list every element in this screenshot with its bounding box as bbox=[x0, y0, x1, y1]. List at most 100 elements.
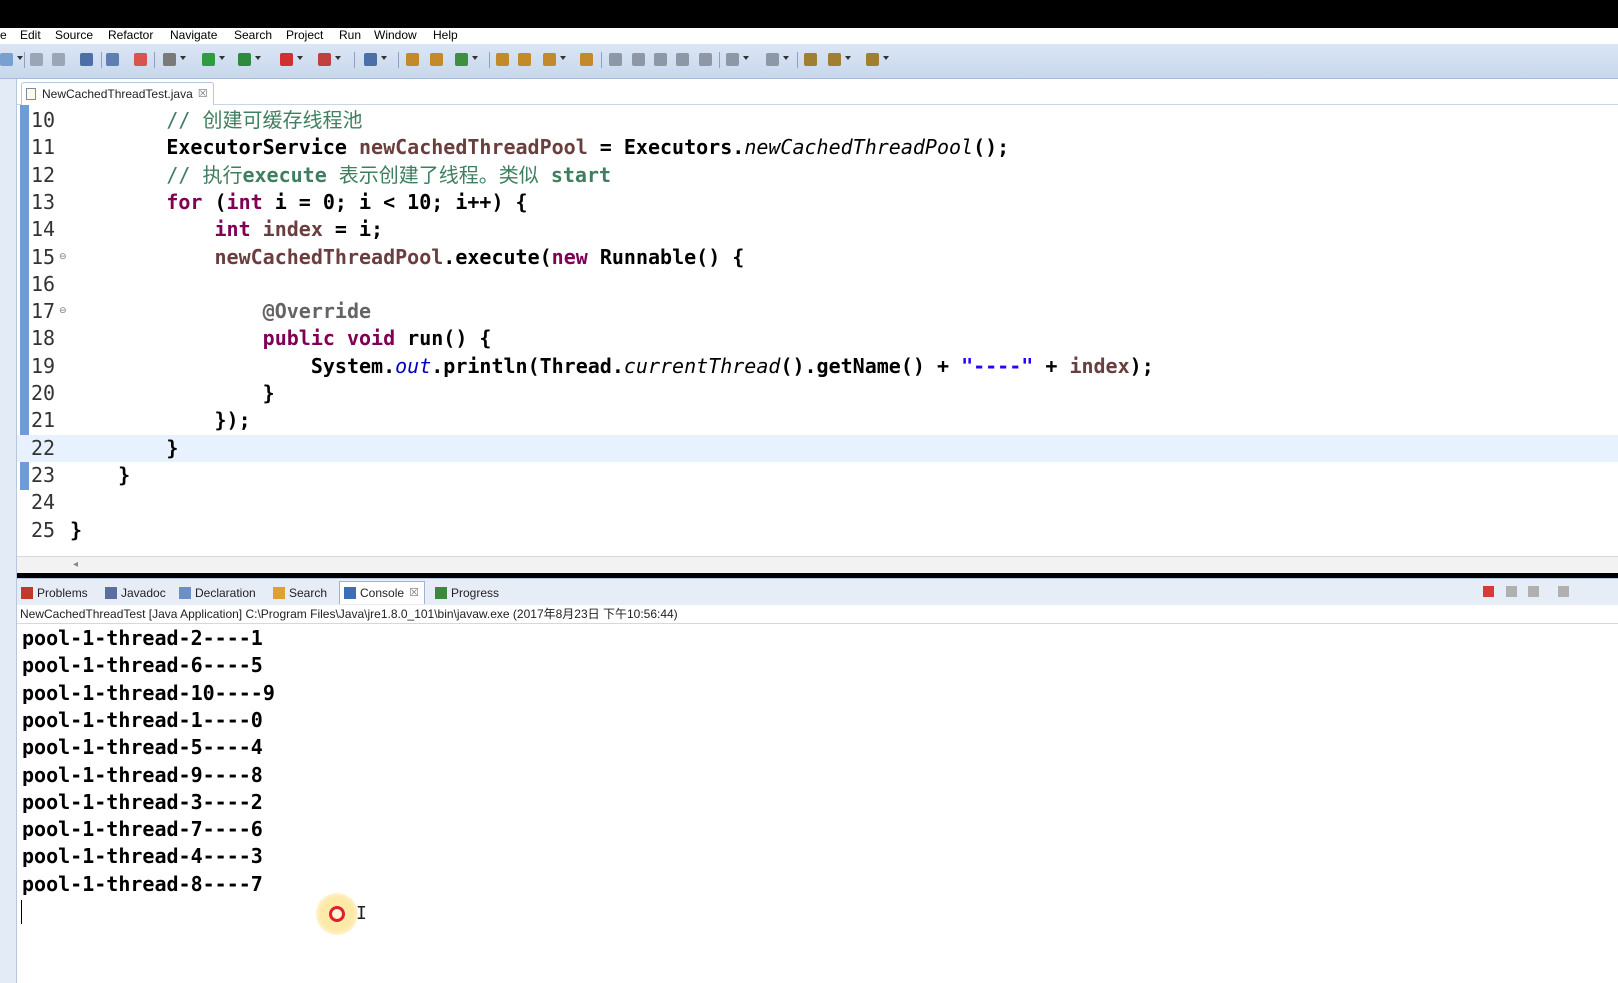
debug-settings-icon[interactable] bbox=[163, 53, 176, 66]
skip-breakpoints-icon[interactable] bbox=[106, 53, 119, 66]
code-token: } bbox=[70, 462, 131, 487]
mark-icon[interactable] bbox=[632, 53, 645, 66]
remove-launch-icon[interactable] bbox=[1506, 586, 1517, 597]
tab-console[interactable]: Console ☒ bbox=[339, 581, 426, 604]
prev-annotation-dropdown-icon[interactable] bbox=[783, 56, 789, 60]
refresh-dropdown-icon[interactable] bbox=[472, 56, 478, 60]
code-line[interactable]: 15 ⊖ newCachedThreadPool.execute(new Runn… bbox=[17, 244, 1618, 271]
search-toolbar-dropdown-icon[interactable] bbox=[381, 56, 387, 60]
menu-search[interactable]: Search bbox=[234, 28, 272, 44]
tab-declaration[interactable]: Declaration bbox=[179, 584, 256, 602]
open-perspective-icon[interactable] bbox=[580, 53, 593, 66]
stop-icon[interactable] bbox=[280, 53, 293, 66]
stop-dropdown-icon[interactable] bbox=[297, 56, 303, 60]
search-toolbar-icon[interactable] bbox=[364, 53, 377, 66]
code-token: newCachedThreadPool bbox=[744, 135, 974, 160]
code-line[interactable]: 12 // 执行execute 表示创建了线程。类似 start bbox=[17, 162, 1618, 189]
tab-javadoc[interactable]: Javadoc bbox=[105, 584, 166, 602]
coverage-icon[interactable] bbox=[238, 53, 251, 66]
last-edit-icon[interactable] bbox=[804, 53, 817, 66]
open-project-icon[interactable] bbox=[518, 53, 531, 66]
open-type-icon[interactable] bbox=[406, 53, 419, 66]
back-dropdown-icon[interactable] bbox=[845, 56, 851, 60]
run-icon[interactable] bbox=[202, 53, 215, 66]
left-trim-strip bbox=[0, 79, 17, 983]
forward-dropdown-icon[interactable] bbox=[883, 56, 889, 60]
external-tools-icon[interactable] bbox=[318, 53, 331, 66]
show-whitespace-icon[interactable] bbox=[699, 53, 712, 66]
save-icon[interactable] bbox=[30, 53, 43, 66]
new-icon[interactable] bbox=[0, 53, 13, 66]
open-task-icon[interactable] bbox=[430, 53, 443, 66]
console-output-line: pool-1-thread-4----3 bbox=[22, 844, 263, 869]
forward-icon[interactable] bbox=[866, 53, 879, 66]
code-line[interactable]: 11 ExecutorService newCachedThreadPool =… bbox=[17, 134, 1618, 161]
editor-horizontal-scrollbar[interactable]: ◂ bbox=[17, 556, 1618, 573]
code-line[interactable]: 13 for (int i = 0; i < 10; i++) { bbox=[17, 189, 1618, 216]
terminate-icon[interactable] bbox=[1483, 586, 1494, 597]
edit-icon[interactable] bbox=[543, 53, 556, 66]
tab-problems[interactable]: Problems bbox=[21, 584, 88, 602]
code-line[interactable]: 25} bbox=[17, 517, 1618, 544]
edit-dropdown-icon[interactable] bbox=[560, 56, 566, 60]
menu-source[interactable]: Source bbox=[55, 28, 93, 44]
save-all-icon[interactable] bbox=[52, 53, 65, 66]
code-token: public bbox=[262, 326, 335, 351]
menu-help[interactable]: Help bbox=[433, 28, 458, 44]
code-line[interactable]: 18 public void run() { bbox=[17, 325, 1618, 352]
editor-tab-newcachedthreadtest[interactable]: NewCachedThreadTest.java ☒ bbox=[21, 82, 214, 105]
code-line[interactable]: 23 } bbox=[17, 462, 1618, 489]
scroll-left-arrow-icon[interactable]: ◂ bbox=[73, 559, 78, 570]
code-line[interactable]: 10 // 创建可缓存线程池 bbox=[17, 107, 1618, 134]
fold-collapse-icon[interactable]: ⊖ bbox=[59, 252, 67, 262]
next-annotation-dropdown-icon[interactable] bbox=[743, 56, 749, 60]
run-dropdown-icon[interactable] bbox=[219, 56, 225, 60]
code-line[interactable]: 21 }); bbox=[17, 407, 1618, 434]
debug-settings-dropdown-icon[interactable] bbox=[180, 56, 186, 60]
open-folder-icon[interactable] bbox=[496, 53, 509, 66]
code-text: // 执行execute 表示创建了线程。类似 start bbox=[70, 162, 611, 189]
menu-e[interactable]: e bbox=[0, 28, 7, 44]
code-editor[interactable]: 10 // 创建可缓存线程池 11 ExecutorService newCach… bbox=[17, 105, 1618, 556]
menu-edit[interactable]: Edit bbox=[20, 28, 41, 44]
close-tab-icon[interactable]: ☒ bbox=[198, 83, 208, 105]
code-line[interactable]: 22 } bbox=[17, 434, 1618, 462]
build-icon[interactable] bbox=[134, 53, 147, 66]
menu-project[interactable]: Project bbox=[286, 28, 323, 44]
fold-collapse-icon[interactable]: ⊖ bbox=[59, 306, 67, 316]
console-output-area[interactable]: pool-1-thread-2----1 pool-1-thread-6----5… bbox=[17, 624, 1618, 983]
code-line[interactable]: 16 bbox=[17, 271, 1618, 298]
menu-navigate[interactable]: Navigate bbox=[170, 28, 217, 44]
remove-all-terminated-icon[interactable] bbox=[1528, 586, 1539, 597]
pin-icon[interactable] bbox=[609, 53, 622, 66]
refresh-icon[interactable] bbox=[455, 53, 468, 66]
coverage-dropdown-icon[interactable] bbox=[255, 56, 261, 60]
views-tab-bar: Problems Javadoc Declaration Search Console ☒… bbox=[17, 578, 1618, 606]
java-file-icon bbox=[26, 88, 36, 100]
tab-progress[interactable]: Progress bbox=[435, 584, 499, 602]
print-icon[interactable] bbox=[80, 53, 93, 66]
prev-annotation-icon[interactable] bbox=[766, 53, 779, 66]
back-icon[interactable] bbox=[828, 53, 841, 66]
code-line[interactable]: 19 System.out.println(Thread.currentThre… bbox=[17, 353, 1618, 380]
menu-refactor[interactable]: Refactor bbox=[108, 28, 153, 44]
task-icon[interactable] bbox=[654, 53, 667, 66]
menu-run[interactable]: Run bbox=[339, 28, 361, 44]
tab-search[interactable]: Search bbox=[273, 584, 327, 602]
external-tools-dropdown-icon[interactable] bbox=[335, 56, 341, 60]
code-token: new bbox=[551, 244, 588, 269]
code-line[interactable]: 20 } bbox=[17, 380, 1618, 407]
close-view-icon[interactable]: ☒ bbox=[409, 582, 419, 604]
next-annotation-icon[interactable] bbox=[726, 53, 739, 66]
new-dropdown-icon[interactable] bbox=[17, 56, 23, 60]
menu-window[interactable]: Window bbox=[374, 28, 417, 44]
clear-console-icon[interactable] bbox=[1558, 586, 1569, 597]
toggle-icon[interactable] bbox=[676, 53, 689, 66]
code-line[interactable]: 14 int index = i; bbox=[17, 216, 1618, 243]
code-line[interactable]: 24 bbox=[17, 489, 1618, 516]
code-line[interactable]: 17 ⊖ @Override bbox=[17, 298, 1618, 325]
editor-tab-label: NewCachedThreadTest.java bbox=[42, 87, 193, 101]
